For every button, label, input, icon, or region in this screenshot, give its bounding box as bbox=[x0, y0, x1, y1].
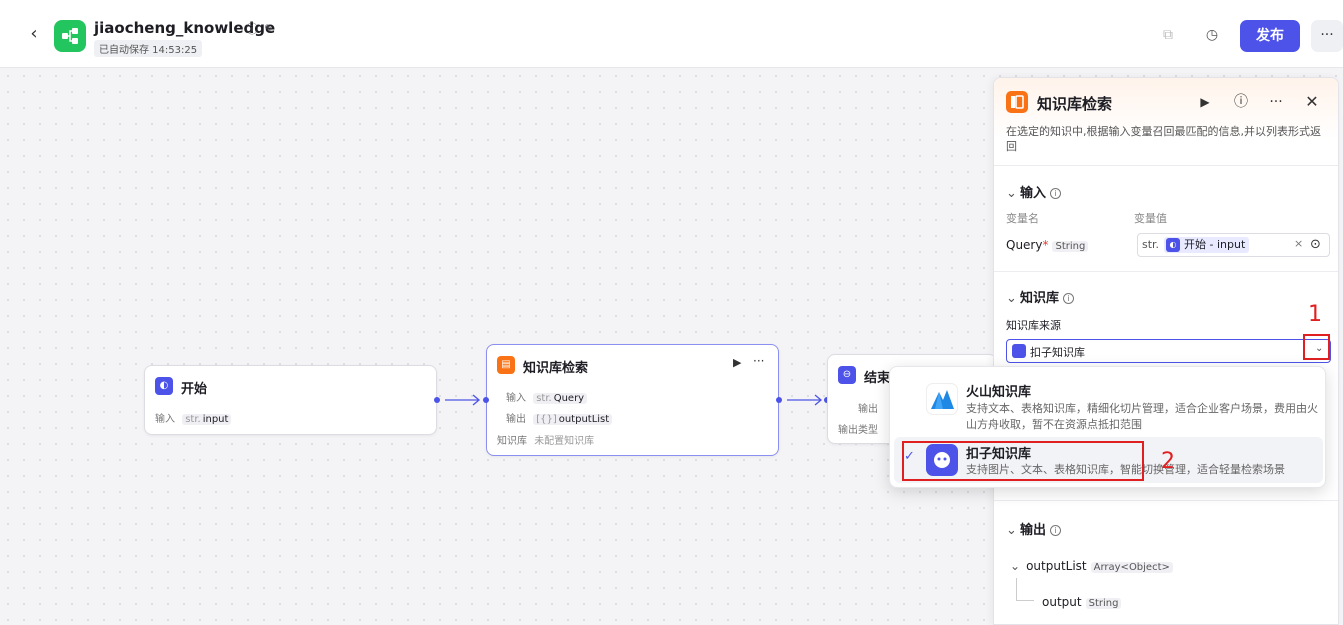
panel-description: 在选定的知识中,根据输入变量召回最匹配的信息,并以列表形式返回 bbox=[1006, 125, 1321, 153]
input-section-header[interactable]: ⌄ 输入 i bbox=[1006, 182, 1062, 201]
output-section-header[interactable]: ⌄ 输出 i bbox=[1006, 519, 1062, 538]
chevron-down-icon: ⌄ bbox=[1006, 291, 1017, 306]
publish-button[interactable]: 发布 bbox=[1240, 20, 1300, 52]
query-var-type: String bbox=[1052, 241, 1089, 252]
chevron-down-icon[interactable]: ⌄ bbox=[1010, 559, 1020, 573]
kb-section-header[interactable]: ⌄ 知识库 i bbox=[1006, 287, 1075, 306]
info-icon[interactable]: i bbox=[1050, 188, 1062, 199]
start-input-type: str. bbox=[185, 414, 201, 425]
col-var-value: 变量值 bbox=[1134, 212, 1167, 225]
kb-section-title: 知识库 bbox=[1020, 291, 1060, 306]
annotation-number-2: 2 bbox=[1161, 449, 1175, 474]
kb-kb-value: 未配置知识库 bbox=[534, 436, 595, 447]
workflow-icon bbox=[62, 28, 78, 44]
kb-source-label: 知识库来源 bbox=[1006, 319, 1061, 332]
kb-source-select[interactable]: 扣子知识库 ⌄ bbox=[1006, 339, 1331, 363]
app-logo bbox=[54, 20, 86, 52]
more-icon[interactable]: ··· bbox=[1266, 92, 1286, 112]
kb-node[interactable]: ▤ 知识库检索 ▶ ··· 输入 str. Query 输出 [{}] output… bbox=[486, 344, 779, 456]
variable-picker-icon[interactable]: ⊙ bbox=[1310, 237, 1321, 252]
chevron-down-icon: ⌄ bbox=[1006, 523, 1017, 538]
start-input-label: 输入 bbox=[155, 414, 175, 425]
autosave-status: 已自动保存 14:53:25 bbox=[94, 40, 203, 57]
output-section-title: 输出 bbox=[1020, 523, 1047, 538]
kb-input-name: Query bbox=[553, 393, 585, 404]
annotation-box-2 bbox=[902, 441, 1144, 481]
close-icon[interactable]: ✕ bbox=[1302, 92, 1322, 112]
value-reference-tag: ◐ 开始 - input bbox=[1164, 237, 1250, 253]
kb-input-row: 输入 str. Query bbox=[506, 389, 588, 404]
input-section-title: 输入 bbox=[1020, 186, 1047, 201]
coze-kb-icon bbox=[1012, 344, 1026, 358]
output-child-type: String bbox=[1085, 598, 1122, 609]
start-node-title: 开始 bbox=[181, 382, 208, 397]
kb-input-port[interactable] bbox=[483, 397, 489, 403]
end-icon: ⊖ bbox=[838, 366, 856, 384]
col-var-name: 变量名 bbox=[1006, 212, 1039, 225]
edge-start-kb bbox=[445, 394, 481, 406]
option-volcano-kb[interactable]: 火山知识库 支持文本、表格知识库，精细化切片管理，适合企业客户场景，费用由火山方… bbox=[894, 371, 1323, 431]
kb-input-label: 输入 bbox=[506, 393, 526, 404]
output-child-row: output String bbox=[1042, 595, 1122, 609]
kb-input-type: str. bbox=[536, 393, 552, 404]
panel-title: 知识库检索 bbox=[1037, 95, 1113, 113]
start-input-name: input bbox=[202, 414, 229, 425]
query-var-name: Query bbox=[1006, 238, 1043, 252]
annotation-box-1 bbox=[1303, 334, 1330, 360]
start-icon: ◐ bbox=[155, 377, 173, 395]
annotation-number-1: 1 bbox=[1308, 302, 1322, 327]
output-list-row: ⌄ outputList Array<Object> bbox=[1010, 559, 1173, 573]
more-button[interactable]: ··· bbox=[1311, 20, 1343, 52]
query-var: Query* String bbox=[1006, 238, 1089, 252]
edge-kb-end bbox=[787, 394, 823, 406]
start-input-row: 输入 str. input bbox=[155, 410, 232, 425]
end-output-label: 输出 bbox=[858, 404, 878, 415]
info-icon[interactable]: i bbox=[1063, 293, 1075, 304]
top-bar: ‹ jiaocheng_knowledge ⓘ ✎ 已自动保存 14:53:25 … bbox=[0, 0, 1343, 68]
kb-output-label: 输出 bbox=[506, 414, 526, 425]
value-type: str. bbox=[1142, 238, 1160, 251]
knowledge-icon: ▤ bbox=[497, 356, 515, 374]
start-node[interactable]: ◐ 开始 输入 str. input bbox=[144, 365, 437, 435]
value-ref-text: 开始 - input bbox=[1184, 238, 1246, 251]
node-more-icon[interactable]: ··· bbox=[753, 354, 764, 368]
edit-icon[interactable]: ✎ bbox=[264, 22, 274, 36]
kb-kb-row: 知识库 未配置知识库 bbox=[497, 432, 594, 447]
output-list-name: outputList bbox=[1026, 559, 1087, 573]
output-child-name: output bbox=[1042, 595, 1082, 609]
info-icon[interactable]: i bbox=[1050, 525, 1062, 536]
knowledge-icon bbox=[1006, 91, 1028, 113]
kb-select-value: 扣子知识库 bbox=[1030, 346, 1085, 359]
clear-icon[interactable]: × bbox=[1294, 237, 1303, 250]
end-output-type-label: 输出类型 bbox=[838, 425, 878, 436]
option-desc: 支持文本、表格知识库，精细化切片管理，适合企业客户场景，费用由火山方舟收取，暂不… bbox=[966, 402, 1318, 431]
kb-kb-label: 知识库 bbox=[497, 436, 527, 447]
option-title: 火山知识库 bbox=[966, 385, 1032, 400]
help-icon[interactable]: ⓘ bbox=[1231, 92, 1251, 112]
back-icon[interactable]: ‹ bbox=[24, 24, 44, 44]
chevron-down-icon: ⌄ bbox=[1006, 186, 1017, 201]
run-icon[interactable]: ▶ bbox=[1195, 92, 1215, 112]
start-icon: ◐ bbox=[1166, 238, 1180, 252]
panel-header: 知识库检索 ▶ ⓘ ··· ✕ 在选定的知识中,根据输入变量召回最匹配的信息,并… bbox=[994, 78, 1338, 166]
output-list-type: Array<Object> bbox=[1090, 562, 1173, 573]
copy-icon[interactable]: ⧉ bbox=[1159, 26, 1177, 44]
volcano-icon bbox=[926, 383, 958, 415]
node-config-panel: 知识库检索 ▶ ⓘ ··· ✕ 在选定的知识中,根据输入变量召回最匹配的信息,并… bbox=[993, 77, 1339, 625]
kb-output-row: 输出 [{}] outputList bbox=[506, 410, 613, 425]
info-icon[interactable]: ⓘ bbox=[246, 22, 258, 36]
query-value-field[interactable]: str. ◐ 开始 - input × ⊙ bbox=[1137, 233, 1330, 257]
kb-output-name: outputList bbox=[558, 414, 610, 425]
kb-node-title: 知识库检索 bbox=[523, 361, 589, 376]
end-node-title: 结束 bbox=[864, 371, 891, 386]
run-icon[interactable]: ▶ bbox=[733, 356, 741, 369]
kb-output-type: [{}] bbox=[536, 414, 557, 425]
history-icon[interactable]: ◷ bbox=[1203, 26, 1221, 44]
